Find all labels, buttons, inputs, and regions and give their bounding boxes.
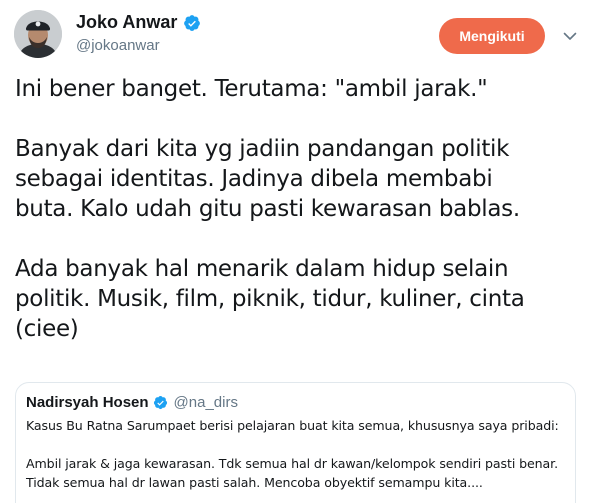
verified-badge-icon xyxy=(153,395,167,410)
tweet-paragraph: Ini bener banget. Terutama: "ambil jarak… xyxy=(15,76,488,102)
author-handle[interactable]: @jokoanwar xyxy=(76,37,160,54)
quoted-author-handle: @na_dirs xyxy=(173,394,238,411)
quoted-tweet-header: Nadirsyah Hosen @na_dirs xyxy=(26,394,238,411)
quoted-tweet-line: Ambil jarak & jaga kewarasan. Tdk semua … xyxy=(26,456,558,471)
tweet-paragraph: Banyak dari kita yg jadiin pandangan pol… xyxy=(15,136,520,222)
avatar[interactable] xyxy=(14,10,62,58)
quoted-tweet-line: Tidak semua hal dr lawan pasti salah. Me… xyxy=(26,475,483,490)
quoted-tweet-card[interactable]: Nadirsyah Hosen @na_dirs Kasus Bu Ratna … xyxy=(15,382,576,503)
tweet: Joko Anwar @jokoanwar Mengikuti Ini bene… xyxy=(0,0,598,503)
following-button[interactable]: Mengikuti xyxy=(439,18,545,54)
tweet-paragraph: Ada banyak hal menarik dalam hidup selai… xyxy=(15,256,525,342)
quoted-author-name: Nadirsyah Hosen xyxy=(26,394,149,411)
profile-photo-icon xyxy=(14,10,62,58)
author-display-name[interactable]: Joko Anwar xyxy=(76,12,177,33)
tweet-text: Ini bener banget. Terutama: "ambil jarak… xyxy=(15,74,585,344)
quoted-tweet-spacer xyxy=(26,435,571,454)
quoted-tweet-line: Kasus Bu Ratna Sarumpaet berisi pelajara… xyxy=(26,418,559,433)
verified-badge-icon xyxy=(184,14,201,31)
quoted-tweet-text: Kasus Bu Ratna Sarumpaet berisi pelajara… xyxy=(26,416,571,492)
author-name-row[interactable]: Joko Anwar xyxy=(76,12,201,33)
chevron-down-icon[interactable] xyxy=(562,28,578,44)
